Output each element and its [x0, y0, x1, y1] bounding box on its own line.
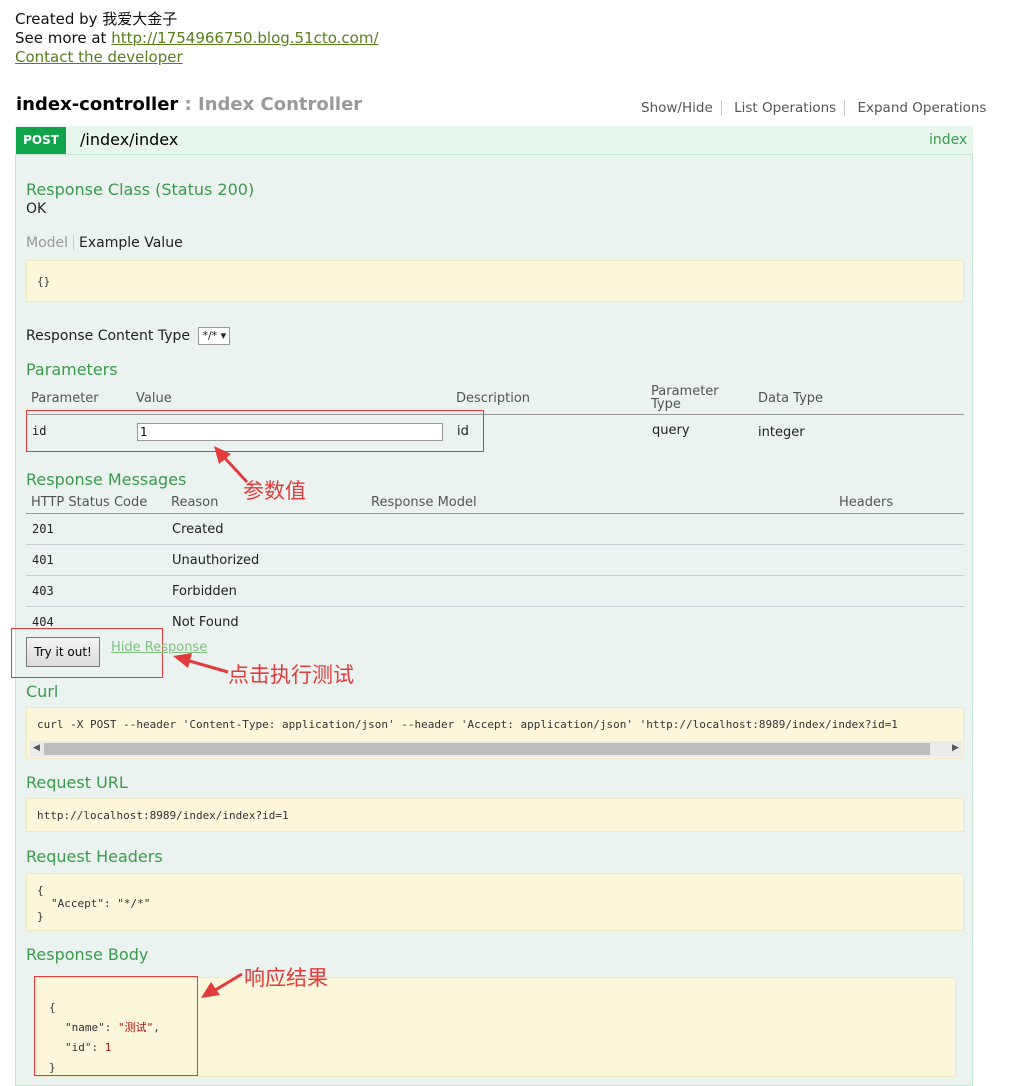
controller-links: Show/Hide List Operations Expand Operati… — [641, 100, 994, 116]
annotation-response-result: 响应结果 — [244, 966, 328, 990]
operation-summary[interactable]: index — [929, 132, 967, 148]
blog-link[interactable]: http://1754966750.blog.51cto.com/ — [111, 29, 378, 47]
contact-line: Contact the developer — [15, 48, 379, 67]
resp-reason-201: Created — [172, 522, 224, 537]
resp-code-404: 404 — [32, 615, 54, 629]
resp-reason-401: Unauthorized — [172, 553, 260, 568]
response-highlight-box — [34, 976, 198, 1076]
content-type-select[interactable]: */* ▾ — [198, 327, 231, 345]
param-header-parameter-type-line2: Type — [651, 397, 681, 412]
request-headers-line: "Accept": "*/*" — [51, 897, 151, 910]
response-class-status: OK — [26, 201, 47, 217]
resp-code-401: 401 — [32, 553, 54, 567]
resp-row-divider — [26, 544, 964, 545]
content-type-label: Response Content Type — [26, 328, 190, 344]
model-tabs: Model Example Value — [26, 235, 183, 251]
resp-header-code: HTTP Status Code — [31, 495, 148, 510]
resp-row-divider — [26, 575, 964, 576]
param-header-description: Description — [456, 391, 531, 406]
resp-row-divider — [26, 606, 964, 607]
scroll-right-icon[interactable]: ▶ — [952, 743, 959, 753]
header-info: Created by 我爱大金子 See more at http://1754… — [15, 10, 379, 67]
response-content-type: Response Content Type */* ▾ — [26, 327, 231, 345]
response-body-title: Response Body — [26, 945, 149, 964]
show-hide-link[interactable]: Show/Hide — [641, 100, 722, 116]
curl-scrollbar-thumb[interactable] — [44, 743, 930, 755]
request-headers-box: { "Accept": "*/*" } — [26, 873, 964, 931]
try-it-out-button[interactable]: Try it out! — [26, 637, 100, 667]
response-messages-title: Response Messages — [26, 470, 187, 489]
response-class-title: Response Class (Status 200) — [26, 180, 255, 199]
http-method-badge[interactable]: POST — [16, 127, 66, 154]
param-header-value: Value — [136, 391, 172, 406]
resp-header-model: Response Model — [371, 495, 477, 510]
param-highlight-box — [26, 410, 484, 452]
try-arrow-icon — [173, 653, 229, 674]
contact-developer-link[interactable]: Contact the developer — [15, 48, 183, 66]
scroll-left-icon[interactable]: ◀ — [33, 743, 40, 753]
parameters-title: Parameters — [26, 360, 118, 379]
curl-title: Curl — [26, 682, 59, 701]
list-operations-link[interactable]: List Operations — [726, 100, 846, 116]
controller-separator: : — [178, 94, 199, 115]
param-header-parameter: Parameter — [31, 391, 99, 406]
request-url-box: http://localhost:8989/index/index?id=1 — [26, 798, 964, 832]
response-arrow-icon — [201, 972, 243, 998]
controller-title[interactable]: index-controller : Index Controller — [16, 94, 362, 115]
resp-reason-404: Not Found — [172, 615, 239, 630]
request-headers-open: { — [37, 884, 44, 897]
resp-code-201: 201 — [32, 522, 54, 536]
expand-operations-link[interactable]: Expand Operations — [849, 100, 994, 116]
operation-path[interactable]: /index/index — [80, 130, 178, 149]
controller-description: Index Controller — [198, 94, 363, 115]
tab-model[interactable]: Model — [26, 235, 75, 251]
created-by-text: Created by 我爱大金子 — [15, 10, 178, 28]
param-type: query — [652, 423, 690, 438]
request-url-value: http://localhost:8989/index/index?id=1 — [37, 809, 289, 822]
request-headers-close: } — [37, 910, 44, 923]
resp-header-headers: Headers — [839, 495, 894, 510]
example-value-box: {} — [26, 260, 964, 302]
param-data-type: integer — [758, 425, 805, 440]
param-header-parameter-type: Parameter Type — [651, 385, 719, 411]
annotation-param-value: 参数值 — [243, 479, 306, 503]
request-url-title: Request URL — [26, 773, 128, 792]
resp-header-divider — [26, 513, 964, 514]
controller-name[interactable]: index-controller — [16, 94, 178, 115]
example-value-code: {} — [37, 275, 51, 288]
see-more-line: See more at http://1754966750.blog.51cto… — [15, 29, 379, 48]
see-more-prefix: See more at — [15, 29, 112, 47]
annotation-click-execute: 点击执行测试 — [228, 663, 354, 687]
tab-example-value[interactable]: Example Value — [74, 235, 183, 251]
resp-reason-403: Forbidden — [172, 584, 237, 599]
curl-command: curl -X POST --header 'Content-Type: app… — [37, 718, 898, 731]
request-headers-code: { "Accept": "*/*" } — [37, 884, 150, 923]
resp-code-403: 403 — [32, 584, 54, 598]
request-headers-title: Request Headers — [26, 847, 163, 866]
param-header-data-type: Data Type — [758, 391, 824, 406]
resp-header-reason: Reason — [171, 495, 219, 510]
